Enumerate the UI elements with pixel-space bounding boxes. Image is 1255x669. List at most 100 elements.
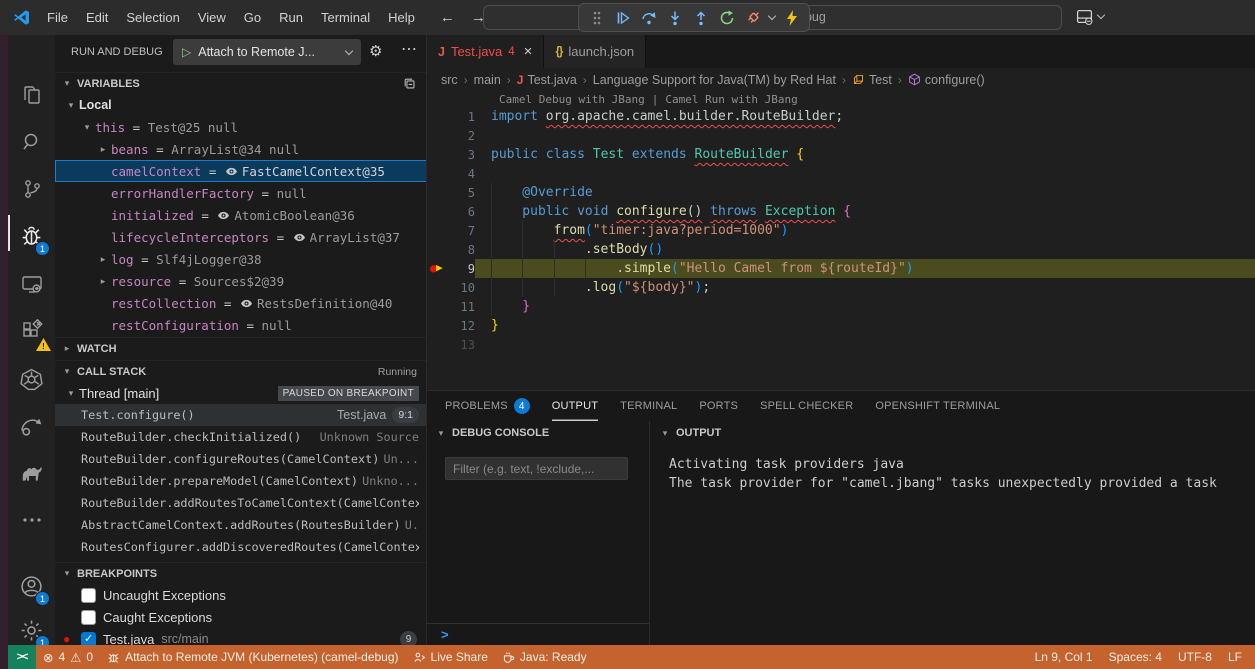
stack-frame[interactable]: Test.configure()Test.java9:1 bbox=[55, 404, 427, 426]
back-arrow-icon[interactable]: ← bbox=[440, 9, 455, 26]
customize-layout-button[interactable] bbox=[1076, 8, 1104, 25]
panel-tab-output[interactable]: OUTPUT bbox=[552, 391, 598, 421]
source-control-icon[interactable] bbox=[8, 166, 55, 212]
glyph-margin[interactable] bbox=[427, 335, 453, 354]
variable-row[interactable]: ▾this = Test@25 null bbox=[55, 116, 427, 138]
panel-tab-openshift-terminal[interactable]: OPENSHIFT TERMINAL bbox=[875, 391, 1000, 421]
stack-frame[interactable]: RouteBuilder.configureRoutes(CamelContex… bbox=[55, 448, 427, 470]
code-line-3[interactable]: 3public class Test extends RouteBuilder … bbox=[427, 145, 1255, 164]
continue-icon[interactable] bbox=[610, 5, 635, 30]
variable-row[interactable]: errorHandlerFactory = null bbox=[55, 182, 427, 204]
start-debug-icon[interactable]: ▷ bbox=[182, 45, 191, 59]
breakpoint-paused-glyph[interactable]: ●▶ bbox=[427, 259, 453, 278]
step-into-icon[interactable] bbox=[662, 5, 687, 30]
java-status[interactable]: Java: Ready bbox=[495, 645, 594, 669]
glyph-margin[interactable] bbox=[427, 316, 453, 335]
codelens-link[interactable]: Camel Run with JBang bbox=[665, 93, 797, 106]
glyph-margin[interactable] bbox=[427, 278, 453, 297]
output-header[interactable]: ▾ OUTPUT bbox=[651, 421, 1255, 445]
debug-console-header[interactable]: ▾ DEBUG CONSOLE bbox=[427, 421, 649, 445]
step-out-icon[interactable] bbox=[688, 5, 713, 30]
breakpoint-row[interactable]: Uncaught Exceptions bbox=[55, 584, 427, 606]
variable-row[interactable]: initialized = AtomicBoolean@36 bbox=[55, 204, 427, 226]
stack-frame[interactable]: RoutesConfigurer.addDiscoveredRoutes(Cam… bbox=[55, 536, 427, 558]
menu-item-go[interactable]: Go bbox=[235, 7, 270, 28]
search-icon[interactable] bbox=[8, 119, 55, 165]
breadcrumb-item[interactable]: JTest.java bbox=[517, 73, 577, 87]
codelens-link[interactable]: Camel Debug with JBang bbox=[499, 93, 645, 106]
debug-console-filter-input[interactable] bbox=[445, 457, 628, 480]
breadcrumb-item[interactable]: Test bbox=[852, 73, 892, 87]
camel-icon[interactable] bbox=[8, 450, 55, 496]
openshift-icon[interactable] bbox=[8, 403, 55, 449]
glyph-margin[interactable] bbox=[427, 107, 453, 126]
menu-item-run[interactable]: Run bbox=[270, 7, 312, 28]
debug-settings-gear-icon[interactable]: ⚙ bbox=[369, 42, 382, 60]
panel-tab-terminal[interactable]: TERMINAL bbox=[620, 391, 677, 421]
variable-row[interactable]: restCollection = RestsDefinition@40 bbox=[55, 292, 427, 314]
code-line-4[interactable]: 4 bbox=[427, 164, 1255, 183]
code-line-7[interactable]: 7 from("timer:java?period=1000") bbox=[427, 221, 1255, 240]
glyph-margin[interactable] bbox=[427, 240, 453, 259]
code-line-2[interactable]: 2 bbox=[427, 126, 1255, 145]
variable-row[interactable]: ▸beans = ArrayList@34 null bbox=[55, 138, 427, 160]
variable-row[interactable]: ▸resource = Sources$2@39 bbox=[55, 270, 427, 292]
variable-row[interactable]: lifecycleInterceptors = ArrayList@37 bbox=[55, 226, 427, 248]
breadcrumb-item[interactable]: configure() bbox=[908, 73, 985, 87]
close-icon[interactable]: × bbox=[524, 43, 533, 60]
stack-frame[interactable]: RouteBuilder.checkInitialized()Unknown S… bbox=[55, 426, 427, 448]
code-editor[interactable]: Camel Debug with JBang|Camel Run with JB… bbox=[427, 91, 1255, 390]
step-over-icon[interactable] bbox=[636, 5, 661, 30]
glyph-margin[interactable] bbox=[427, 126, 453, 145]
glyph-margin[interactable] bbox=[427, 221, 453, 240]
code-line-11[interactable]: 11 } bbox=[427, 297, 1255, 316]
panel-tab-ports[interactable]: PORTS bbox=[699, 391, 738, 421]
breadcrumb-item[interactable]: src bbox=[441, 73, 458, 87]
code-line-10[interactable]: 10 .log("${body}"); bbox=[427, 278, 1255, 297]
collapse-all-icon[interactable] bbox=[403, 77, 417, 91]
breakpoint-checkbox[interactable] bbox=[81, 588, 96, 603]
glyph-margin[interactable] bbox=[427, 183, 453, 202]
code-line-12[interactable]: 12} bbox=[427, 316, 1255, 335]
accounts-icon[interactable]: 1 bbox=[8, 563, 55, 609]
variable-row[interactable]: ▸log = Slf4jLogger@38 bbox=[55, 248, 427, 270]
code-line-5[interactable]: 5 @Override bbox=[427, 183, 1255, 202]
indentation-setting[interactable]: Spaces: 4 bbox=[1102, 650, 1169, 664]
breadcrumb-item[interactable]: main bbox=[474, 73, 501, 87]
problems-status[interactable]: ⊗ 4 ⚠ 0 bbox=[36, 645, 100, 669]
debug-session-status[interactable]: Attach to Remote JVM (Kubernetes) (camel… bbox=[100, 645, 405, 669]
output-content[interactable]: Activating task providers javaThe task p… bbox=[651, 445, 1255, 493]
disconnect-chevron-icon[interactable] bbox=[766, 5, 778, 30]
thread-row[interactable]: ▾Thread [main]PAUSED ON BREAKPOINT bbox=[55, 382, 427, 404]
editor-tab-test.java[interactable]: JTest.java4× bbox=[427, 35, 544, 68]
cursor-position[interactable]: Ln 9, Col 1 bbox=[1028, 650, 1100, 664]
breakpoints-section-header[interactable]: ▾ BREAKPOINTS bbox=[55, 562, 427, 584]
code-line-8[interactable]: 8 .setBody() bbox=[427, 240, 1255, 259]
breadcrumb-item[interactable]: Language Support for Java(TM) by Red Hat bbox=[593, 73, 836, 87]
stack-frame[interactable]: RouteBuilder.addRoutesToCamelContext(Cam… bbox=[55, 492, 427, 514]
glyph-margin[interactable] bbox=[427, 145, 453, 164]
glyph-margin[interactable] bbox=[427, 297, 453, 316]
variable-row[interactable]: camelContext = FastCamelContext@35 bbox=[55, 160, 427, 182]
encoding-setting[interactable]: UTF-8 bbox=[1171, 650, 1219, 664]
code-line-13[interactable]: 13 bbox=[427, 335, 1255, 354]
kubernetes-icon[interactable] bbox=[8, 356, 55, 402]
breakpoint-row[interactable]: Caught Exceptions bbox=[55, 606, 427, 628]
breakpoint-row[interactable]: ●Test.javasrc/main9 bbox=[55, 628, 427, 645]
breakpoint-checkbox[interactable] bbox=[81, 610, 96, 625]
extensions-icon[interactable]: ! bbox=[8, 308, 55, 354]
remote-indicator[interactable]: >< bbox=[8, 645, 36, 669]
menu-item-terminal[interactable]: Terminal bbox=[312, 7, 379, 28]
gripper-icon[interactable] bbox=[584, 5, 609, 30]
code-line-6[interactable]: 6 public void configure() throws Excepti… bbox=[427, 202, 1255, 221]
glyph-margin[interactable] bbox=[427, 164, 453, 183]
menu-item-selection[interactable]: Selection bbox=[117, 7, 188, 28]
variable-row[interactable]: restConfiguration = null bbox=[55, 314, 427, 336]
call-stack-section-header[interactable]: ▾ CALL STACK Running bbox=[55, 360, 427, 382]
menu-item-help[interactable]: Help bbox=[379, 7, 424, 28]
editor-tab-launch.json[interactable]: {}launch.json bbox=[544, 35, 646, 68]
menu-item-view[interactable]: View bbox=[189, 7, 235, 28]
code-line-9[interactable]: ●▶9 .simple("Hello Camel from ${routeId}… bbox=[427, 259, 1255, 278]
breakpoint-checkbox[interactable] bbox=[81, 632, 96, 646]
disconnect-icon[interactable] bbox=[740, 5, 765, 30]
